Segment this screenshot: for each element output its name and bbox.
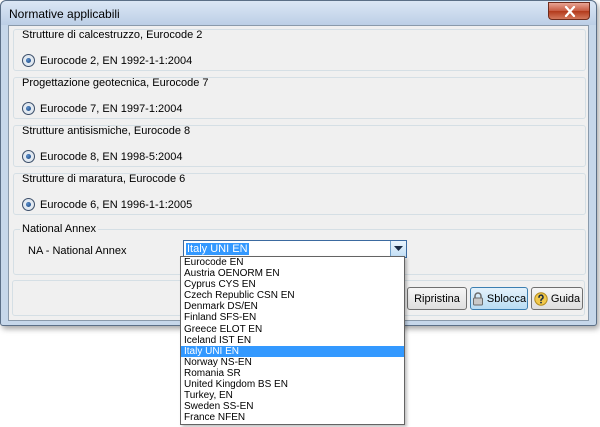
window-title: Normative applicabili xyxy=(9,7,120,21)
group-label: Strutture di calcestruzzo, Eurocode 2 xyxy=(22,29,203,41)
radio-eurocode-2[interactable]: Eurocode 2, EN 1992-1-1:2004 xyxy=(22,54,192,67)
national-annex-dropdown-list[interactable]: Eurocode EN Austria OENORM EN Cyprus CYS… xyxy=(180,256,405,425)
dropdown-option[interactable]: Romania SR xyxy=(181,368,404,379)
dropdown-option[interactable]: Austria OENORM EN xyxy=(181,268,404,279)
help-button-label: Guida xyxy=(550,292,581,305)
group-label: Strutture di maratura, Eurocode 6 xyxy=(22,173,186,185)
dropdown-option[interactable]: United Kingdom BS EN xyxy=(181,379,404,390)
dropdown-option-selected[interactable]: Italy UNI EN xyxy=(181,345,404,357)
radio-label: Eurocode 8, EN 1998-5:2004 xyxy=(40,150,183,163)
dropdown-toggle[interactable] xyxy=(390,241,406,257)
dropdown-option[interactable]: Denmark DS/EN xyxy=(181,301,404,312)
dropdown-option[interactable]: France NFEN xyxy=(181,412,404,423)
radio-selected-icon[interactable] xyxy=(22,54,35,67)
group-eurocode-2: Strutture di calcestruzzo, Eurocode 2 Eu… xyxy=(13,29,586,71)
radio-label: Eurocode 2, EN 1992-1-1:2004 xyxy=(40,54,193,67)
radio-selected-icon[interactable] xyxy=(22,198,35,211)
dropdown-option[interactable]: Sweden SS-EN xyxy=(181,401,404,412)
close-icon xyxy=(564,6,576,17)
radio-selected-icon[interactable] xyxy=(22,150,35,163)
reset-button-label: Ripristina xyxy=(414,292,460,305)
dropdown-option[interactable]: Turkey, EN xyxy=(181,390,404,401)
unlock-button-label: Sblocca xyxy=(486,292,527,305)
radio-label: Eurocode 6, EN 1996-1-1:2005 xyxy=(40,198,193,211)
dropdown-option[interactable]: Finland SFS-EN xyxy=(181,312,404,323)
dropdown-option[interactable]: Norway NS-EN xyxy=(181,357,404,368)
lock-icon xyxy=(472,291,483,305)
group-label: National Annex xyxy=(20,223,98,235)
dropdown-option[interactable]: Eurocode EN xyxy=(181,257,404,268)
national-annex-label: NA - National Annex xyxy=(28,245,127,257)
title-bar[interactable]: Normative applicabili xyxy=(1,1,596,25)
unlock-button[interactable]: Sblocca xyxy=(470,287,528,310)
national-annex-value: Italy UNI EN xyxy=(186,243,249,255)
dropdown-option[interactable]: Iceland IST EN xyxy=(181,335,404,346)
radio-eurocode-7[interactable]: Eurocode 7, EN 1997-1:2004 xyxy=(22,102,183,115)
group-eurocode-8: Strutture antisismiche, Eurocode 8 Euroc… xyxy=(13,125,586,167)
radio-label: Eurocode 7, EN 1997-1:2004 xyxy=(40,102,183,115)
radio-eurocode-6[interactable]: Eurocode 6, EN 1996-1-1:2005 xyxy=(22,198,192,211)
group-eurocode-7: Progettazione geotecnica, Eurocode 7 Eur… xyxy=(13,77,586,119)
dropdown-option[interactable]: Cyprus CYS EN xyxy=(181,279,404,290)
help-button[interactable]: Guida xyxy=(531,287,583,310)
reset-button[interactable]: Ripristina xyxy=(407,287,467,310)
group-label: Strutture antisismiche, Eurocode 8 xyxy=(22,125,191,137)
chevron-down-icon xyxy=(394,246,403,251)
help-icon xyxy=(534,291,548,306)
close-button[interactable] xyxy=(548,2,590,20)
dropdown-option[interactable]: Greece ELOT EN xyxy=(181,324,404,335)
radio-selected-icon[interactable] xyxy=(22,102,35,115)
group-eurocode-6: Strutture di maratura, Eurocode 6 Euroco… xyxy=(13,173,586,215)
radio-eurocode-8[interactable]: Eurocode 8, EN 1998-5:2004 xyxy=(22,150,183,163)
dropdown-option[interactable]: Czech Republic CSN EN xyxy=(181,290,404,301)
group-label: Progettazione geotecnica, Eurocode 7 xyxy=(22,77,209,89)
